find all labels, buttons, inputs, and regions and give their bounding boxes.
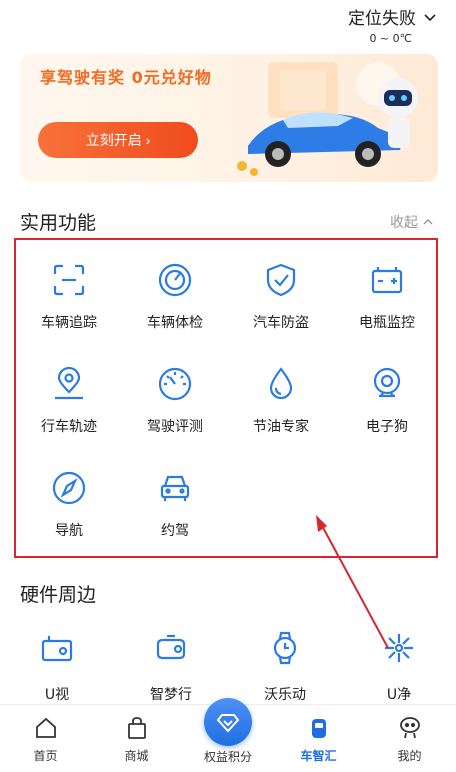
feature-label: 导航 [55, 523, 83, 539]
collapse-toggle[interactable]: 收起 [390, 212, 434, 232]
collapse-label: 收起 [390, 215, 418, 231]
points-fab-button[interactable] [204, 698, 252, 746]
battery-icon [371, 267, 403, 294]
shield-icon [266, 263, 296, 297]
practical-functions-grid: 车辆追踪 车辆体检 汽车防盗 电瓶监控 行车轨迹 驾驶评测 节油专家 电子狗 导… [14, 238, 438, 558]
feature-label: 电瓶监控 [359, 315, 415, 331]
feature-anti-theft[interactable]: 汽车防盗 [228, 240, 334, 344]
tab-mine[interactable]: 我的 [364, 705, 455, 772]
car-device-icon [311, 719, 326, 738]
feature-vehicle-tracking[interactable]: 车辆追踪 [16, 240, 122, 344]
feature-driving-evaluation[interactable]: 驾驶评测 [122, 344, 228, 448]
chevron-down-icon [424, 13, 436, 21]
tab-points-label[interactable]: 权益积分 [180, 748, 276, 765]
home-icon [35, 717, 56, 738]
location-label: 定位失败 [348, 9, 416, 29]
feature-label: 车辆追踪 [41, 315, 97, 331]
gauge-icon [158, 263, 192, 297]
feature-battery-monitor[interactable]: 电瓶监控 [334, 240, 440, 344]
hardware-label: U视 [44, 687, 70, 703]
tab-chezhihui[interactable]: 车智汇 [273, 705, 364, 772]
practical-section-title: 实用功能 [20, 212, 97, 234]
feature-driving-trail[interactable]: 行车轨迹 [16, 344, 122, 448]
promo-banner[interactable]: 享驾驶有奖 0元兑好物 立刻开启 › [20, 54, 438, 182]
feature-label: 行车轨迹 [41, 419, 97, 435]
dashcam-icon [41, 636, 73, 662]
car-icon [160, 475, 190, 501]
hardware-section-title: 硬件周边 [20, 584, 97, 606]
hardware-label: 沃乐动 [264, 687, 306, 703]
feature-label: 节油专家 [253, 419, 309, 435]
feature-label: 电子狗 [366, 419, 408, 435]
hardware-u-clean[interactable]: U净 [342, 622, 456, 712]
feature-label: 车辆体检 [147, 315, 203, 331]
feature-appointment-driving[interactable]: 约驾 [122, 448, 228, 552]
track-icon [53, 264, 85, 296]
tab-label: 车智汇 [300, 749, 337, 763]
feature-navigation[interactable]: 导航 [16, 448, 122, 552]
feature-label: 驾驶评测 [147, 419, 203, 435]
tab-mall[interactable]: 商城 [91, 705, 182, 772]
profile-icon [399, 717, 420, 739]
purifier-icon [385, 634, 413, 662]
tab-label: 商城 [124, 749, 149, 763]
tab-label: 我的 [397, 749, 422, 763]
feature-fuel-saving[interactable]: 节油专家 [228, 344, 334, 448]
location-pin-icon [55, 366, 83, 400]
hardware-zhimengxing[interactable]: 智梦行 [114, 622, 228, 712]
tab-label: 首页 [33, 749, 58, 763]
hardware-label: U净 [386, 687, 412, 703]
diamond-icon [216, 714, 240, 733]
device-icon [156, 634, 186, 660]
bag-icon [127, 717, 146, 739]
hardware-u-vision[interactable]: U视 [0, 622, 114, 712]
watch-icon [273, 631, 297, 665]
tab-home[interactable]: 首页 [0, 705, 91, 772]
speedometer-icon [158, 367, 192, 401]
temperature-label: 0 ~ 0℃ [369, 32, 412, 45]
feature-label: 汽车防盗 [253, 315, 309, 331]
feature-speed-camera[interactable]: 电子狗 [334, 344, 440, 448]
hardware-woledong[interactable]: 沃乐动 [228, 622, 342, 712]
drop-icon [269, 367, 293, 400]
location-selector[interactable]: 定位失败 [348, 4, 438, 29]
banner-title: 享驾驶有奖 0元兑好物 [40, 68, 212, 87]
hardware-label: 智梦行 [150, 687, 192, 703]
feature-vehicle-checkup[interactable]: 车辆体检 [122, 240, 228, 344]
car-robot-illustration [237, 62, 418, 176]
chevron-up-icon [423, 219, 433, 225]
start-now-button[interactable]: 立刻开启 › [38, 122, 198, 158]
camera-icon [373, 367, 401, 398]
compass-icon [52, 471, 86, 505]
top-bar: 定位失败 0 ~ 0℃ [0, 0, 456, 52]
feature-label: 约驾 [161, 523, 189, 539]
